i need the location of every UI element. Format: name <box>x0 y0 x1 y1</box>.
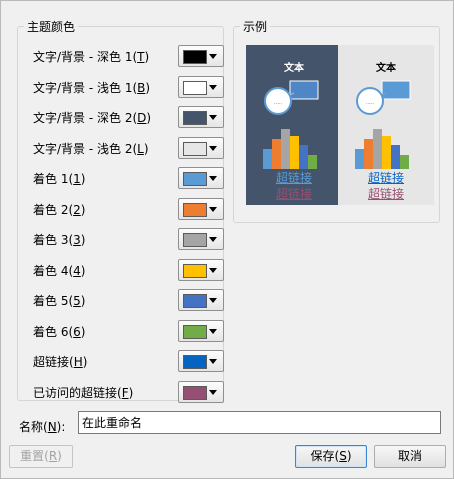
theme-color-label: 着色 5(5) <box>33 294 86 308</box>
sample-light-bar-1 <box>355 149 364 169</box>
sample-group-title: 示例 <box>240 18 271 35</box>
sample-dark-panel: 文本 ..... 超链接 超链接 <box>246 45 342 205</box>
dropdown-arrow-icon <box>209 237 217 242</box>
theme-color-row: 着色 4(4) <box>33 259 225 281</box>
cancel-button[interactable]: 取消 <box>374 445 446 468</box>
color-swatch <box>183 50 207 64</box>
sample-light-rect-shape <box>381 80 411 100</box>
color-swatch <box>183 81 207 95</box>
color-swatch <box>183 325 207 339</box>
sample-dark-hyperlink: 超链接 <box>275 171 312 185</box>
color-swatch <box>183 355 207 369</box>
dropdown-arrow-icon <box>209 85 217 90</box>
sample-light-panel: 文本 ..... 超链接 超链接 <box>338 45 434 205</box>
theme-color-row: 文字/背景 - 浅色 1(B) <box>33 76 225 98</box>
dropdown-arrow-icon <box>209 329 217 334</box>
color-picker-button[interactable] <box>178 106 224 128</box>
color-picker-button[interactable] <box>178 320 224 342</box>
dropdown-arrow-icon <box>209 146 217 151</box>
theme-color-label: 超链接(H) <box>33 355 88 369</box>
theme-color-row: 着色 6(6) <box>33 320 225 342</box>
sample-light-text: 文本 <box>376 63 396 74</box>
color-swatch <box>183 172 207 186</box>
sample-dark-bar-6 <box>308 155 317 169</box>
theme-color-label: 文字/背景 - 浅色 2(L) <box>33 142 149 156</box>
sample-dark-bar-4 <box>290 136 299 169</box>
color-picker-button[interactable] <box>178 381 224 403</box>
color-swatch <box>183 294 207 308</box>
sample-dark-bar-1 <box>263 149 272 169</box>
color-swatch <box>183 111 207 125</box>
color-swatch <box>183 386 207 400</box>
theme-color-row: 已访问的超链接(F) <box>33 381 225 403</box>
sample-group: 示例 文本 ..... 超链接 超链接 文本 ..... 超链接 超链接 <box>233 18 440 223</box>
color-picker-button[interactable] <box>178 259 224 281</box>
dropdown-arrow-icon <box>209 54 217 59</box>
theme-color-label: 着色 1(1) <box>33 172 86 186</box>
color-picker-button[interactable] <box>178 167 224 189</box>
theme-colors-group-title: 主题颜色 <box>24 18 79 35</box>
dropdown-arrow-icon <box>209 268 217 273</box>
theme-color-row: 着色 3(3) <box>33 228 225 250</box>
theme-color-label: 着色 3(3) <box>33 233 86 247</box>
theme-color-row: 超链接(H) <box>33 350 225 372</box>
dropdown-arrow-icon <box>209 176 217 181</box>
dropdown-arrow-icon <box>209 207 217 212</box>
sample-dark-bar-5 <box>299 145 308 169</box>
theme-color-row: 着色 2(2) <box>33 198 225 220</box>
sample-light-hyperlink: 超链接 <box>367 171 404 185</box>
sample-dark-graphic: ..... <box>263 80 319 169</box>
theme-color-label: 着色 2(2) <box>33 203 86 217</box>
sample-light-visited-hyperlink: 超链接 <box>367 187 404 201</box>
theme-color-label: 着色 4(4) <box>33 264 86 278</box>
dropdown-arrow-icon <box>209 359 217 364</box>
save-button[interactable]: 保存(S) <box>295 445 367 468</box>
sample-dark-bar-2 <box>272 139 281 169</box>
name-label: 名称(N): <box>19 420 66 434</box>
sample-light-bar-5 <box>391 145 400 169</box>
color-picker-button[interactable] <box>178 76 224 98</box>
svg-text:.....: ..... <box>366 100 374 106</box>
dropdown-arrow-icon <box>209 115 217 120</box>
theme-color-row: 着色 5(5) <box>33 289 225 311</box>
color-picker-button[interactable] <box>178 228 224 250</box>
theme-color-label: 文字/背景 - 深色 1(T) <box>33 50 150 64</box>
color-picker-button[interactable] <box>178 198 224 220</box>
reset-button[interactable]: 重置(R) <box>9 445 73 468</box>
sample-dark-rect-shape <box>289 80 319 100</box>
sample-dark-text: 文本 <box>284 63 304 74</box>
dropdown-arrow-icon <box>209 298 217 303</box>
theme-color-label: 着色 6(6) <box>33 325 86 339</box>
sample-light-bar-3 <box>373 129 382 169</box>
color-swatch <box>183 233 207 247</box>
theme-color-label: 文字/背景 - 深色 2(D) <box>33 111 152 125</box>
dropdown-arrow-icon <box>209 390 217 395</box>
color-picker-button[interactable] <box>178 137 224 159</box>
svg-text:.....: ..... <box>274 100 282 106</box>
name-input[interactable] <box>78 411 441 434</box>
color-swatch <box>183 264 207 278</box>
theme-color-label: 文字/背景 - 浅色 1(B) <box>33 81 151 95</box>
color-picker-button[interactable] <box>178 45 224 67</box>
color-swatch <box>183 142 207 156</box>
theme-color-row: 文字/背景 - 深色 1(T) <box>33 45 225 67</box>
sample-light-bar-2 <box>364 139 373 169</box>
sample-light-bar-4 <box>382 136 391 169</box>
sample-dark-visited-hyperlink: 超链接 <box>275 187 312 201</box>
theme-color-label: 已访问的超链接(F) <box>33 386 134 400</box>
color-picker-button[interactable] <box>178 289 224 311</box>
color-swatch <box>183 203 207 217</box>
sample-dark-bar-3 <box>281 129 290 169</box>
theme-color-row: 着色 1(1) <box>33 167 225 189</box>
sample-light-bar-6 <box>400 155 409 169</box>
theme-color-row: 文字/背景 - 深色 2(D) <box>33 106 225 128</box>
create-theme-colors-dialog: 主题颜色 文字/背景 - 深色 1(T) 文字/背景 - 浅色 1(B) 文字/背景… <box>0 0 454 479</box>
color-picker-button[interactable] <box>178 350 224 372</box>
theme-color-row: 文字/背景 - 浅色 2(L) <box>33 137 225 159</box>
sample-light-graphic: ..... <box>355 80 411 169</box>
